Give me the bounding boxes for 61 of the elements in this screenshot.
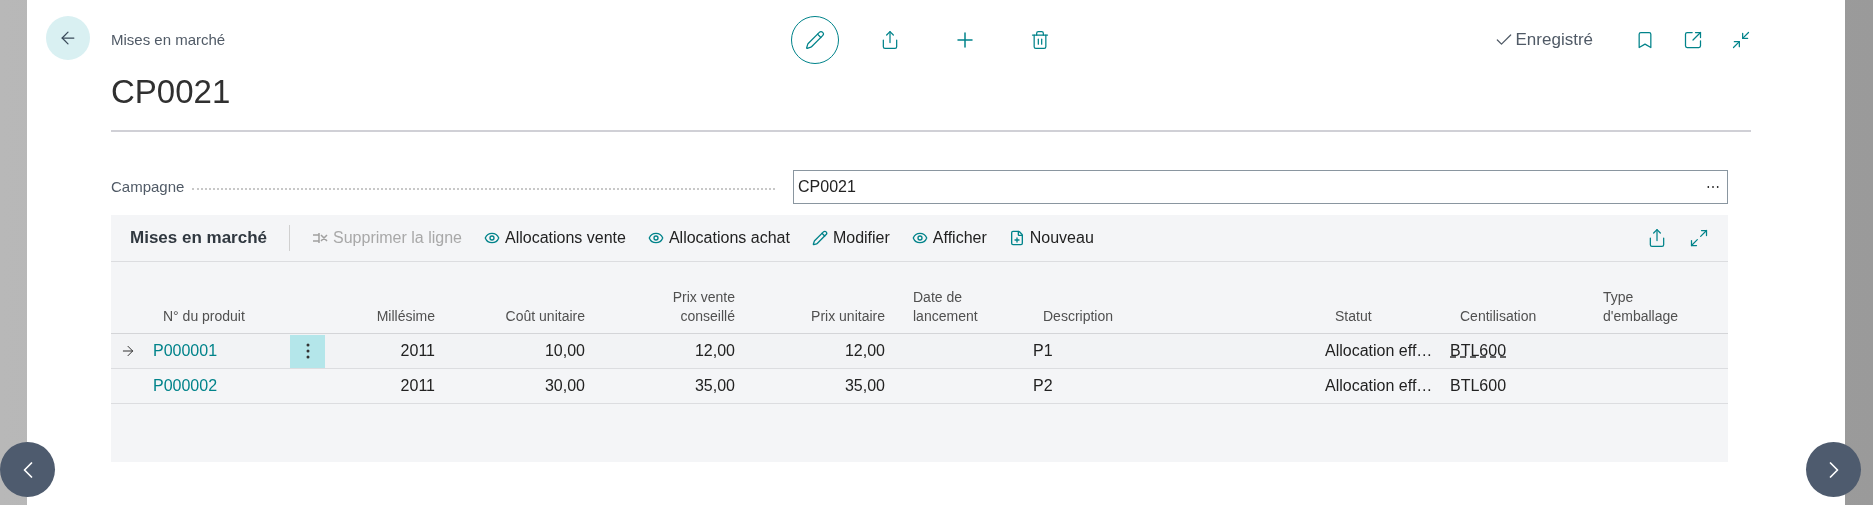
- toolbar-action[interactable]: Allocations achat: [647, 226, 790, 250]
- column-header[interactable]: Description: [1043, 307, 1114, 326]
- table-cell: 12,00: [694, 342, 735, 359]
- table-cell: Allocation eff…: [1325, 377, 1433, 394]
- table-cell: 2011: [400, 342, 435, 359]
- product-link[interactable]: P000002: [153, 377, 218, 394]
- share-icon: [1647, 228, 1667, 248]
- column-header[interactable]: Statut: [1335, 307, 1372, 326]
- campaign-field[interactable]: CP0021 ⋯: [793, 170, 1728, 204]
- column-header[interactable]: Millésime: [376, 307, 435, 326]
- collapse-button[interactable]: [1731, 30, 1751, 50]
- expand-button[interactable]: [1689, 228, 1709, 248]
- column-header[interactable]: Prix vente conseillé: [635, 288, 735, 326]
- page-title: CP0021: [111, 72, 232, 112]
- toolbar-action[interactable]: Modifier: [811, 226, 890, 250]
- pencil-icon: [805, 30, 825, 50]
- column-header[interactable]: Type d'emballage: [1603, 288, 1703, 326]
- table-cell: 30,00: [544, 377, 585, 394]
- expand-icon: [1689, 228, 1709, 248]
- column-header[interactable]: Coût unitaire: [505, 307, 585, 326]
- eye-icon: [647, 230, 664, 246]
- pencil-icon: [811, 230, 828, 246]
- table-cell: P2: [1033, 377, 1053, 394]
- table-cell: BTL600: [1450, 377, 1507, 394]
- column-header[interactable]: Prix unitaire: [811, 307, 885, 326]
- table-cell: 35,00: [844, 377, 885, 394]
- column-header[interactable]: Centilisation: [1460, 307, 1537, 326]
- toolbar-action[interactable]: Afficher: [911, 226, 987, 250]
- toolbar-action[interactable]: Allocations vente: [483, 226, 626, 250]
- field-value: CP0021: [798, 177, 857, 197]
- pop-out-icon: [1683, 30, 1703, 50]
- product-link[interactable]: P000001: [153, 342, 218, 359]
- field-label: Campagne: [111, 176, 185, 197]
- table-cell: 12,00: [844, 342, 885, 359]
- lookup-button[interactable]: ⋯: [1706, 176, 1723, 198]
- table-cell: 10,00: [544, 342, 585, 359]
- eye-icon: [911, 230, 928, 246]
- table-cell: Allocation eff…: [1325, 342, 1433, 359]
- new-document-icon: [1008, 230, 1025, 246]
- back-button[interactable]: [46, 16, 90, 60]
- open-new-window-button[interactable]: [1683, 30, 1703, 50]
- trash-icon: [1030, 30, 1050, 50]
- collapse-icon: [1731, 30, 1751, 50]
- column-header[interactable]: N° du produit: [163, 307, 245, 326]
- eye-icon: [483, 230, 500, 246]
- table-row[interactable]: P000002 2011 30,00 35,00 35,00 P2 Allocation eff… BTL600: [111, 369, 1728, 404]
- row-menu-button[interactable]: [290, 334, 325, 368]
- table-cell: 35,00: [694, 377, 735, 394]
- share-icon: [880, 30, 900, 50]
- page-caption: Mises en marché: [111, 30, 227, 50]
- part-title: Mises en marché: [130, 227, 267, 250]
- delete-row-icon: [312, 230, 328, 246]
- table-cell: BTL600: [1450, 342, 1507, 359]
- saved-status: Enregistré: [1515, 29, 1593, 52]
- toolbar-action[interactable]: Nouveau: [1008, 226, 1094, 250]
- column-header[interactable]: Date de lancement: [913, 288, 1013, 326]
- table-cell: 2011: [400, 377, 435, 394]
- table-row[interactable]: P000001 2011 10,00 12,00 12,00 P1 Allocation eff… BTL600: [111, 334, 1728, 369]
- table-cell: P1: [1033, 342, 1053, 359]
- more-icon: [305, 343, 310, 359]
- share-list-button[interactable]: [1647, 228, 1667, 248]
